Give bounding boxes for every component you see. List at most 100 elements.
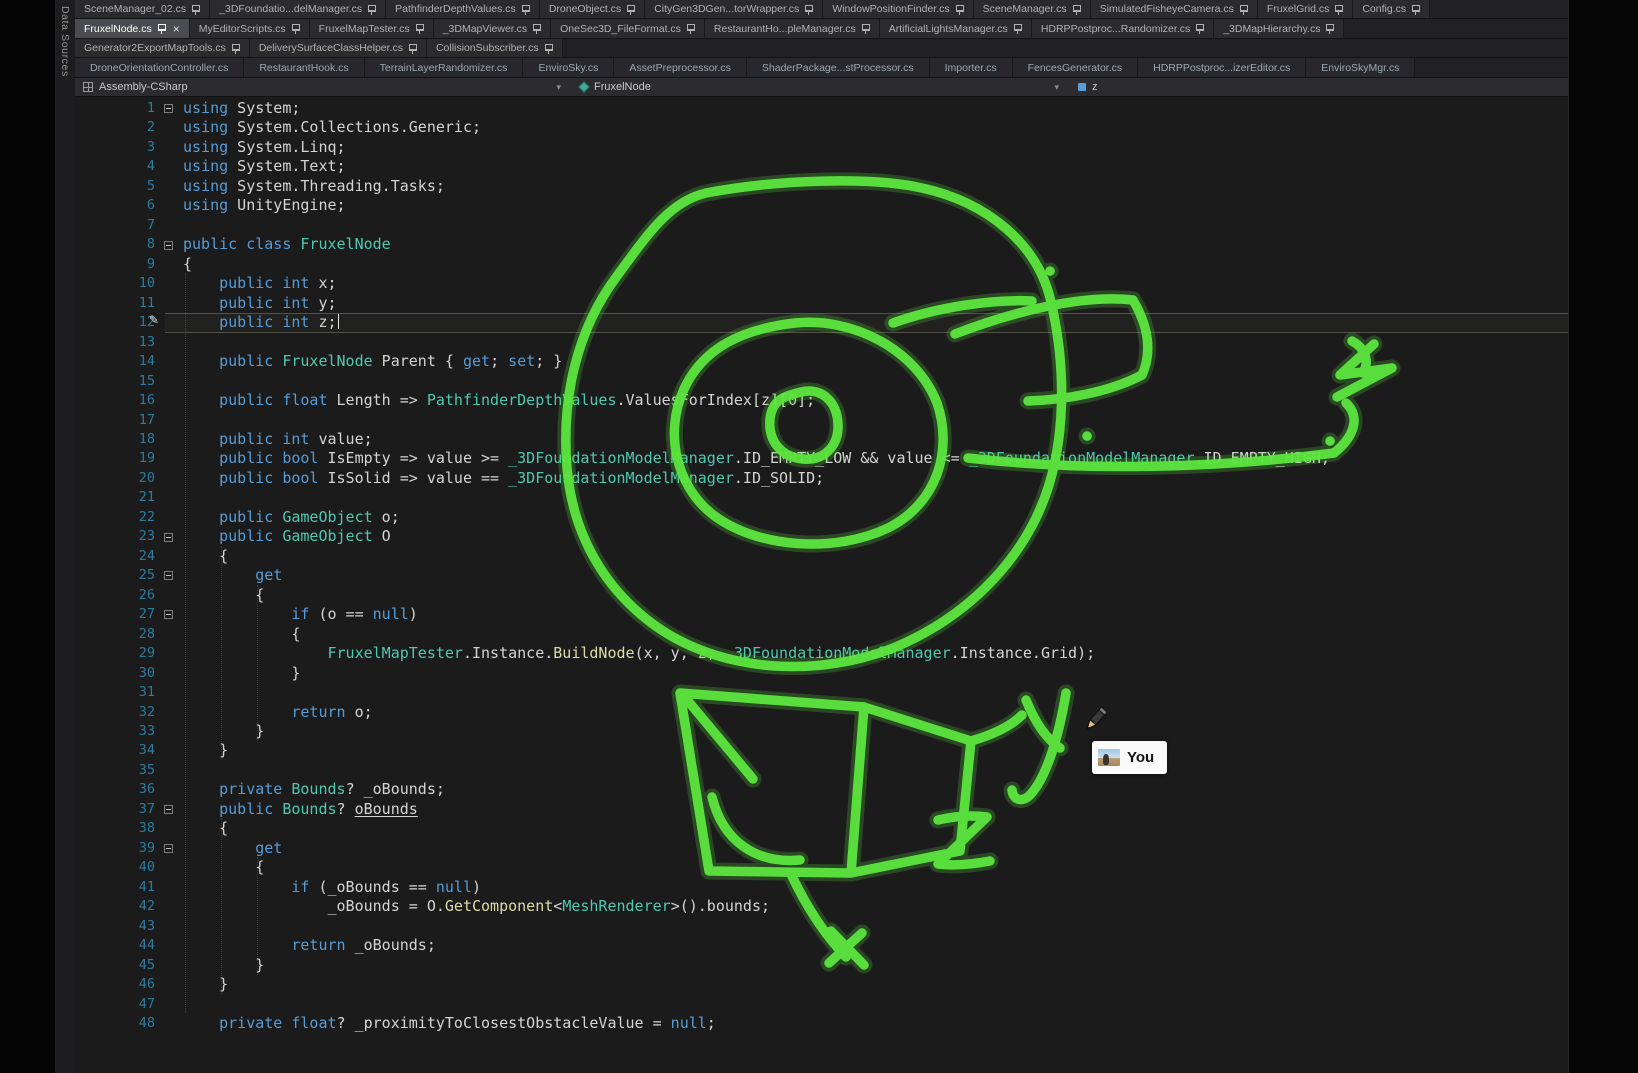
code-line-21[interactable]: 21 [75,488,1568,507]
code-line-16[interactable]: 16 public float Length => PathfinderDept… [75,391,1568,410]
type-dropdown[interactable]: FruxelNode ▾ [572,78,1070,96]
tab-hdrppostproc-izereditor-cs[interactable]: HDRPPostproc...izerEditor.cs [1138,58,1306,77]
line-number[interactable]: 25 [75,566,159,585]
code-line-28[interactable]: 28 { [75,625,1568,644]
code-line-34[interactable]: 34 } [75,741,1568,760]
pin-icon[interactable] [521,4,530,15]
line-number[interactable]: 28 [75,625,159,644]
line-number[interactable]: 13 [75,333,159,352]
tab-myeditorscripts-cs[interactable]: MyEditorScripts.cs [190,19,310,38]
line-number[interactable]: 7 [75,216,159,235]
code-line-4[interactable]: 4using System.Text; [75,157,1568,176]
line-number[interactable]: 37 [75,800,159,819]
code-line-10[interactable]: 10 public int x; [75,274,1568,293]
line-number[interactable]: 30 [75,664,159,683]
code-line-43[interactable]: 43 [75,917,1568,936]
line-number[interactable]: 46 [75,975,159,994]
tab--3dmapviewer-cs[interactable]: _3DMapViewer.cs [434,19,551,38]
tab-simulatedfisheyecamera-cs[interactable]: SimulatedFisheyeCamera.cs [1091,0,1258,18]
line-number[interactable]: 2 [75,118,159,137]
close-icon[interactable]: × [173,23,180,35]
line-number[interactable]: 36 [75,780,159,799]
line-number[interactable]: 32 [75,703,159,722]
code-line-15[interactable]: 15 [75,372,1568,391]
pin-icon[interactable] [686,23,695,34]
tab-droneorientationcontroller-cs[interactable]: DroneOrientationController.cs [75,58,244,77]
line-number[interactable]: 9 [75,255,159,274]
pin-icon[interactable] [532,23,541,34]
code-line-42[interactable]: 42 _oBounds = O.GetComponent<MeshRendere… [75,897,1568,916]
fold-collapse-icon[interactable] [159,605,177,624]
pin-icon[interactable] [1072,4,1081,15]
pin-icon[interactable] [1334,4,1343,15]
tab-hdrppostproc-randomizer-cs[interactable]: HDRPPostproc...Randomizer.cs [1032,19,1214,38]
line-number[interactable]: 1 [75,99,159,118]
tab-restauranthook-cs[interactable]: RestaurantHook.cs [244,58,364,77]
tab-generator2exportmaptools-cs[interactable]: Generator2ExportMapTools.cs [75,39,250,57]
code-line-17[interactable]: 17 [75,411,1568,430]
line-number[interactable]: 19 [75,449,159,468]
line-number[interactable]: 43 [75,917,159,936]
tab-fruxelnode-cs[interactable]: FruxelNode.cs× [75,19,190,38]
tab-scenemanager-cs[interactable]: SceneManager.cs [974,0,1091,18]
code-line-39[interactable]: 39 get [75,839,1568,858]
tab-pathfinderdepthvalues-cs[interactable]: PathfinderDepthValues.cs [386,0,540,18]
code-line-35[interactable]: 35 [75,761,1568,780]
member-dropdown[interactable]: z [1070,78,1568,96]
code-line-5[interactable]: 5using System.Threading.Tasks; [75,177,1568,196]
code-line-31[interactable]: 31 [75,683,1568,702]
code-line-2[interactable]: 2using System.Collections.Generic; [75,118,1568,137]
pin-icon[interactable] [544,43,553,54]
code-line-26[interactable]: 26 { [75,586,1568,605]
code-line-24[interactable]: 24 { [75,547,1568,566]
code-editor[interactable]: 1using System;2using System.Collections.… [75,97,1568,1073]
fold-collapse-icon[interactable] [159,800,177,819]
code-line-1[interactable]: 1using System; [75,99,1568,118]
line-number[interactable]: 35 [75,761,159,780]
tab-assetpreprocessor-cs[interactable]: AssetPreprocessor.cs [614,58,747,77]
code-line-33[interactable]: 33 } [75,722,1568,741]
code-line-36[interactable]: 36 private Bounds? _oBounds; [75,780,1568,799]
code-line-44[interactable]: 44 return _oBounds; [75,936,1568,955]
pin-icon[interactable] [1325,23,1334,34]
code-line-23[interactable]: 23 public GameObject O [75,527,1568,546]
fold-collapse-icon[interactable] [159,235,177,254]
pin-icon[interactable] [626,4,635,15]
pin-icon[interactable] [291,23,300,34]
tab-shaderpackage-stprocessor-cs[interactable]: ShaderPackage...stProcessor.cs [747,58,930,77]
line-number[interactable]: 33 [75,722,159,741]
tab-fencesgenerator-cs[interactable]: FencesGenerator.cs [1013,58,1139,77]
code-line-46[interactable]: 46 } [75,975,1568,994]
line-number[interactable]: 18 [75,430,159,449]
code-line-37[interactable]: 37 public Bounds? oBounds [75,800,1568,819]
line-number[interactable]: 26 [75,586,159,605]
line-number[interactable]: 4 [75,157,159,176]
code-line-47[interactable]: 47 [75,995,1568,1014]
side-tab-data-sources[interactable]: Data Sources [59,0,71,77]
code-line-25[interactable]: 25 get [75,566,1568,585]
fold-collapse-icon[interactable] [159,99,177,118]
pin-icon[interactable] [1239,4,1248,15]
pin-icon[interactable] [955,4,964,15]
code-line-20[interactable]: 20 public bool IsSolid => value == _3DFo… [75,469,1568,488]
code-line-48[interactable]: 48 private float? _proximityToClosestObs… [75,1014,1568,1033]
tab-deliverysurfaceclasshelper-cs[interactable]: DeliverySurfaceClassHelper.cs [250,39,427,57]
code-line-40[interactable]: 40 { [75,858,1568,877]
tab--3dmaphierarchy-cs[interactable]: _3DMapHierarchy.cs [1214,19,1344,38]
tab-fruxelmaptester-cs[interactable]: FruxelMapTester.cs [310,19,434,38]
line-number[interactable]: 29 [75,644,159,663]
line-number[interactable]: 11 [75,294,159,313]
line-number[interactable]: 8 [75,235,159,254]
code-line-6[interactable]: 6using UnityEngine; [75,196,1568,215]
code-line-27[interactable]: 27 if (o == null) [75,605,1568,624]
line-number[interactable]: 14 [75,352,159,371]
line-number[interactable]: 23 [75,527,159,546]
line-number[interactable]: 21 [75,488,159,507]
pin-icon[interactable] [1411,4,1420,15]
line-number[interactable]: 45 [75,956,159,975]
line-number[interactable]: 31 [75,683,159,702]
line-number[interactable]: 24 [75,547,159,566]
tab-droneobject-cs[interactable]: DroneObject.cs [540,0,645,18]
code-line-32[interactable]: 32 return o; [75,703,1568,722]
line-number[interactable]: 20 [75,469,159,488]
